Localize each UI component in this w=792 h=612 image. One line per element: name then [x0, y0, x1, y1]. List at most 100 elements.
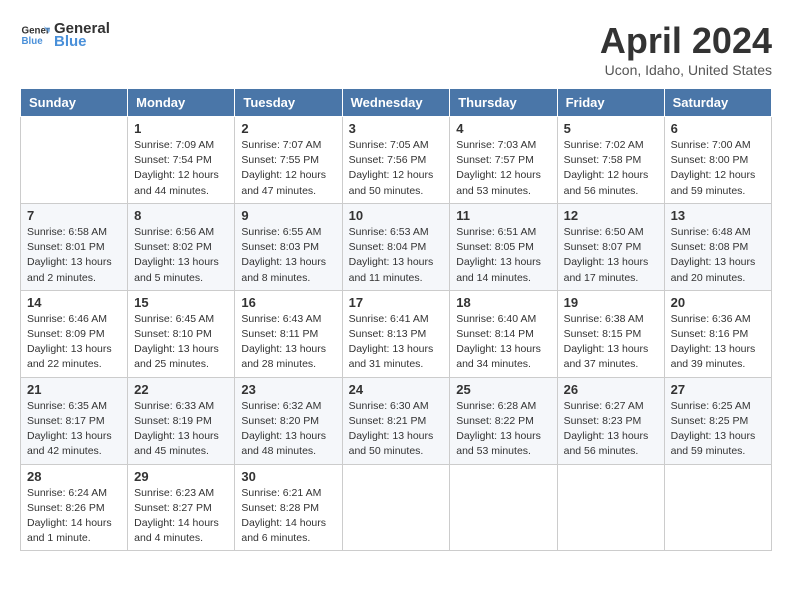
day-number: 28 [27, 469, 121, 484]
weekday-header-cell: Friday [557, 89, 664, 117]
day-info: Sunrise: 6:43 AM Sunset: 8:11 PM Dayligh… [241, 312, 335, 373]
weekday-header-cell: Monday [128, 89, 235, 117]
weekday-header-cell: Wednesday [342, 89, 450, 117]
day-info: Sunrise: 6:21 AM Sunset: 8:28 PM Dayligh… [241, 486, 335, 547]
day-number: 1 [134, 121, 228, 136]
day-number: 26 [564, 382, 658, 397]
calendar-day-cell: 22 Sunrise: 6:33 AM Sunset: 8:19 PM Dayli… [128, 377, 235, 464]
calendar-day-cell: 13Sunrise: 6:48 AM Sunset: 8:08 PM Dayli… [664, 203, 771, 290]
month-title: April 2024 [600, 20, 772, 62]
day-number: 10 [349, 208, 444, 223]
day-number: 12 [564, 208, 658, 223]
day-info: Sunrise: 7:07 AM Sunset: 7:55 PM Dayligh… [241, 138, 335, 199]
calendar-day-cell: 28 Sunrise: 6:24 AM Sunset: 8:26 PM Dayli… [21, 464, 128, 551]
weekday-header-cell: Saturday [664, 89, 771, 117]
day-info: Sunrise: 6:35 AM Sunset: 8:17 PM Dayligh… [27, 399, 121, 460]
day-number: 7 [27, 208, 121, 223]
calendar-day-cell: 5 Sunrise: 7:02 AM Sunset: 7:58 PM Daylig… [557, 117, 664, 204]
day-info: Sunrise: 6:53 AM Sunset: 8:04 PM Dayligh… [349, 225, 444, 286]
logo-icon: General Blue [20, 20, 50, 50]
weekday-header-cell: Sunday [21, 89, 128, 117]
calendar-day-cell: 15 Sunrise: 6:45 AM Sunset: 8:10 PM Dayli… [128, 290, 235, 377]
day-info: Sunrise: 6:33 AM Sunset: 8:19 PM Dayligh… [134, 399, 228, 460]
calendar-day-cell: 20 Sunrise: 6:36 AM Sunset: 8:16 PM Dayli… [664, 290, 771, 377]
calendar-day-cell: 16 Sunrise: 6:43 AM Sunset: 8:11 PM Dayli… [235, 290, 342, 377]
weekday-header-row: SundayMondayTuesdayWednesdayThursdayFrid… [21, 89, 772, 117]
day-info: Sunrise: 6:38 AM Sunset: 8:15 PM Dayligh… [564, 312, 658, 373]
day-info: Sunrise: 6:32 AM Sunset: 8:20 PM Dayligh… [241, 399, 335, 460]
day-info: Sunrise: 6:28 AM Sunset: 8:22 PM Dayligh… [456, 399, 550, 460]
weekday-header-cell: Thursday [450, 89, 557, 117]
day-number: 19 [564, 295, 658, 310]
calendar-day-cell: 30 Sunrise: 6:21 AM Sunset: 8:28 PM Dayli… [235, 464, 342, 551]
day-number: 8 [134, 208, 228, 223]
calendar-day-cell: 27 Sunrise: 6:25 AM Sunset: 8:25 PM Dayli… [664, 377, 771, 464]
calendar-day-cell: 14Sunrise: 6:46 AM Sunset: 8:09 PM Dayli… [21, 290, 128, 377]
calendar-day-cell: 6Sunrise: 7:00 AM Sunset: 8:00 PM Daylig… [664, 117, 771, 204]
day-info: Sunrise: 6:30 AM Sunset: 8:21 PM Dayligh… [349, 399, 444, 460]
day-number: 11 [456, 208, 550, 223]
day-info: Sunrise: 6:25 AM Sunset: 8:25 PM Dayligh… [671, 399, 765, 460]
calendar-day-cell: 11 Sunrise: 6:51 AM Sunset: 8:05 PM Dayli… [450, 203, 557, 290]
day-number: 22 [134, 382, 228, 397]
day-info: Sunrise: 6:23 AM Sunset: 8:27 PM Dayligh… [134, 486, 228, 547]
calendar-body: 1Sunrise: 7:09 AM Sunset: 7:54 PM Daylig… [21, 117, 772, 551]
day-number: 6 [671, 121, 765, 136]
day-info: Sunrise: 6:56 AM Sunset: 8:02 PM Dayligh… [134, 225, 228, 286]
day-number: 17 [349, 295, 444, 310]
calendar-table: SundayMondayTuesdayWednesdayThursdayFrid… [20, 88, 772, 551]
day-number: 2 [241, 121, 335, 136]
calendar-day-cell: 1Sunrise: 7:09 AM Sunset: 7:54 PM Daylig… [128, 117, 235, 204]
svg-text:Blue: Blue [22, 36, 44, 47]
calendar-day-cell: 18 Sunrise: 6:40 AM Sunset: 8:14 PM Dayli… [450, 290, 557, 377]
calendar-day-cell: 29Sunrise: 6:23 AM Sunset: 8:27 PM Dayli… [128, 464, 235, 551]
page-header: General Blue General Blue April 2024 Uco… [20, 20, 772, 78]
day-number: 18 [456, 295, 550, 310]
day-info: Sunrise: 6:45 AM Sunset: 8:10 PM Dayligh… [134, 312, 228, 373]
day-number: 9 [241, 208, 335, 223]
calendar-day-cell: 24 Sunrise: 6:30 AM Sunset: 8:21 PM Dayli… [342, 377, 450, 464]
calendar-week-row: 21Sunrise: 6:35 AM Sunset: 8:17 PM Dayli… [21, 377, 772, 464]
calendar-day-cell: 17Sunrise: 6:41 AM Sunset: 8:13 PM Dayli… [342, 290, 450, 377]
title-block: April 2024 Ucon, Idaho, United States [600, 20, 772, 78]
day-info: Sunrise: 7:02 AM Sunset: 7:58 PM Dayligh… [564, 138, 658, 199]
day-number: 14 [27, 295, 121, 310]
day-number: 15 [134, 295, 228, 310]
calendar-day-cell: 26 Sunrise: 6:27 AM Sunset: 8:23 PM Dayli… [557, 377, 664, 464]
calendar-day-cell: 2 Sunrise: 7:07 AM Sunset: 7:55 PM Daylig… [235, 117, 342, 204]
calendar-day-cell: 4 Sunrise: 7:03 AM Sunset: 7:57 PM Daylig… [450, 117, 557, 204]
day-number: 4 [456, 121, 550, 136]
calendar-week-row: 7 Sunrise: 6:58 AM Sunset: 8:01 PM Daylig… [21, 203, 772, 290]
day-number: 23 [241, 382, 335, 397]
day-info: Sunrise: 6:36 AM Sunset: 8:16 PM Dayligh… [671, 312, 765, 373]
calendar-day-cell: 12Sunrise: 6:50 AM Sunset: 8:07 PM Dayli… [557, 203, 664, 290]
svg-text:General: General [22, 26, 51, 37]
day-info: Sunrise: 6:24 AM Sunset: 8:26 PM Dayligh… [27, 486, 121, 547]
calendar-day-cell: 25 Sunrise: 6:28 AM Sunset: 8:22 PM Dayli… [450, 377, 557, 464]
weekday-header-cell: Tuesday [235, 89, 342, 117]
calendar-day-cell [450, 464, 557, 551]
day-number: 16 [241, 295, 335, 310]
calendar-day-cell: 3 Sunrise: 7:05 AM Sunset: 7:56 PM Daylig… [342, 117, 450, 204]
day-number: 24 [349, 382, 444, 397]
day-number: 20 [671, 295, 765, 310]
day-info: Sunrise: 6:27 AM Sunset: 8:23 PM Dayligh… [564, 399, 658, 460]
calendar-day-cell [342, 464, 450, 551]
day-number: 13 [671, 208, 765, 223]
calendar-day-cell: 7 Sunrise: 6:58 AM Sunset: 8:01 PM Daylig… [21, 203, 128, 290]
day-info: Sunrise: 7:05 AM Sunset: 7:56 PM Dayligh… [349, 138, 444, 199]
day-info: Sunrise: 6:58 AM Sunset: 8:01 PM Dayligh… [27, 225, 121, 286]
calendar-day-cell [21, 117, 128, 204]
day-number: 3 [349, 121, 444, 136]
day-info: Sunrise: 6:40 AM Sunset: 8:14 PM Dayligh… [456, 312, 550, 373]
day-info: Sunrise: 7:03 AM Sunset: 7:57 PM Dayligh… [456, 138, 550, 199]
calendar-week-row: 1Sunrise: 7:09 AM Sunset: 7:54 PM Daylig… [21, 117, 772, 204]
day-number: 27 [671, 382, 765, 397]
day-info: Sunrise: 6:55 AM Sunset: 8:03 PM Dayligh… [241, 225, 335, 286]
day-info: Sunrise: 6:51 AM Sunset: 8:05 PM Dayligh… [456, 225, 550, 286]
day-number: 25 [456, 382, 550, 397]
calendar-day-cell: 19 Sunrise: 6:38 AM Sunset: 8:15 PM Dayli… [557, 290, 664, 377]
day-number: 30 [241, 469, 335, 484]
calendar-day-cell [664, 464, 771, 551]
day-number: 5 [564, 121, 658, 136]
